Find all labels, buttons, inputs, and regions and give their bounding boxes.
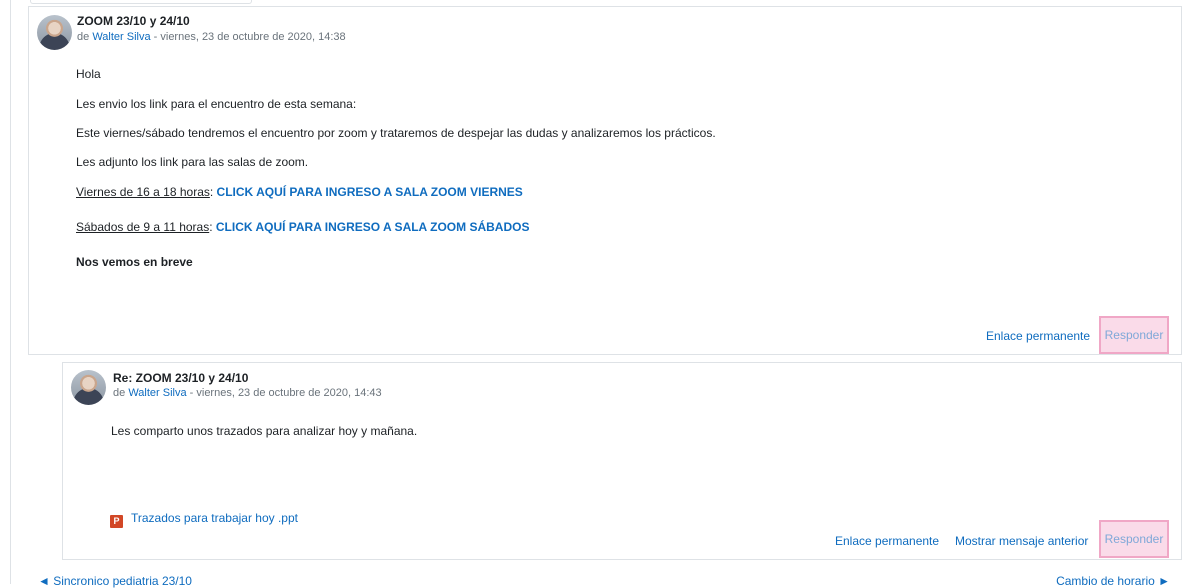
post-greeting: Hola (76, 67, 101, 81)
attachment[interactable]: P Trazados para trabajar hoy .ppt (110, 511, 298, 528)
saturday-zoom-link[interactable]: CLICK AQUÍ PARA INGRESO A SALA ZOOM SÁBA… (216, 220, 530, 234)
friday-zoom-line: Viernes de 16 a 18 horas: CLICK AQUÍ PAR… (76, 185, 523, 199)
previous-discussion-link[interactable]: ◄ Sincronico pediatria 23/10 (38, 574, 192, 588)
post-byline: de Walter Silva - viernes, 23 de octubre… (77, 31, 346, 43)
author-avatar[interactable] (37, 15, 72, 50)
permalink-link[interactable]: Enlace permanente (986, 329, 1090, 343)
friday-schedule-label: Viernes de 16 a 18 horas (76, 185, 210, 199)
post-paragraph-2: Este viernes/sábado tendremos el encuent… (76, 126, 716, 140)
post-subject: Re: ZOOM 23/10 y 24/10 (113, 371, 249, 385)
powerpoint-file-icon: P (110, 515, 123, 528)
post-date: - viernes, 23 de octubre de 2020, 14:38 (150, 31, 346, 43)
saturday-zoom-line: Sábados de 9 a 11 horas: CLICK AQUÍ PARA… (76, 220, 529, 234)
post-paragraph-1: Les envio los link para el encuentro de … (76, 97, 357, 111)
post-paragraph-3: Les adjunto los link para las salas de z… (76, 155, 309, 169)
author-link[interactable]: Walter Silva (92, 31, 150, 43)
reply-button[interactable]: Responder (1099, 316, 1169, 354)
colon-separator: : (209, 185, 217, 199)
byline-prefix: de (113, 387, 126, 399)
previous-element-edge (30, 0, 252, 4)
attachment-link[interactable]: Trazados para trabajar hoy .ppt (131, 511, 298, 525)
forum-post-main: ZOOM 23/10 y 24/10 de Walter Silva - vie… (28, 6, 1182, 355)
friday-zoom-link[interactable]: CLICK AQUÍ PARA INGRESO A SALA ZOOM VIER… (217, 185, 523, 199)
permalink-link[interactable]: Enlace permanente (835, 534, 939, 548)
reply-button[interactable]: Responder (1099, 520, 1169, 558)
show-parent-link[interactable]: Mostrar mensaje anterior (955, 534, 1088, 548)
forum-post-reply: Re: ZOOM 23/10 y 24/10 de Walter Silva -… (62, 362, 1182, 560)
discussion-frame-border (10, 0, 11, 584)
saturday-schedule-label: Sábados de 9 a 11 horas (76, 220, 210, 234)
byline-prefix: de (77, 31, 90, 43)
post-byline: de Walter Silva - viernes, 23 de octubre… (113, 387, 382, 399)
author-link[interactable]: Walter Silva (128, 387, 186, 399)
author-avatar[interactable] (71, 370, 106, 405)
colon-separator: : (209, 220, 216, 234)
post-closing: Nos vemos en breve (76, 255, 193, 269)
reply-body-text: Les comparto unos trazados para analizar… (111, 424, 418, 438)
next-discussion-link[interactable]: Cambio de horario ► (1056, 574, 1170, 588)
post-date: - viernes, 23 de octubre de 2020, 14:43 (186, 387, 382, 399)
post-subject: ZOOM 23/10 y 24/10 (77, 14, 190, 28)
